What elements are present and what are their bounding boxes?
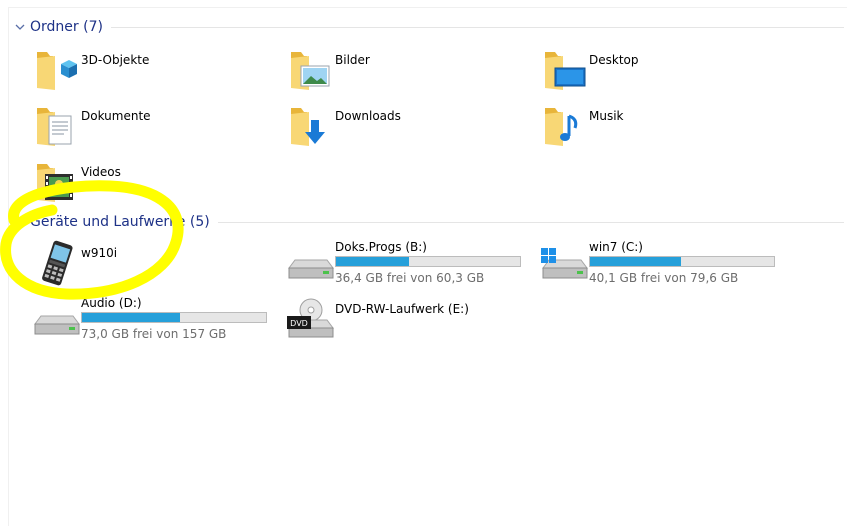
drive-label: Audio (D:) <box>81 296 142 310</box>
drive-label: DVD-RW-Laufwerk (E:) <box>335 302 469 316</box>
storage-usage-fill <box>590 257 682 266</box>
storage-usage-bar <box>81 312 267 323</box>
group-title-devices: Geräte und Laufwerke (5) <box>30 214 210 230</box>
header-divider <box>8 7 847 8</box>
dvd-badge: DVD <box>290 319 308 328</box>
folder-pictures-icon <box>291 52 330 90</box>
folder-documents-icon <box>37 108 72 146</box>
windows-drive-icon <box>541 248 588 279</box>
folder-label: Videos <box>81 165 121 179</box>
folder-music-icon <box>545 108 578 146</box>
free-space-text: 36,4 GB frei von 60,3 GB <box>335 271 485 285</box>
hard-drive-icon <box>34 315 80 335</box>
folder-label: Dokumente <box>81 109 151 123</box>
group-header-folders[interactable]: Ordner (7) <box>14 17 844 37</box>
group-separator <box>110 26 844 28</box>
device-label: w910i <box>81 246 118 260</box>
folder-desktop-icon <box>545 52 586 90</box>
group-separator <box>217 221 844 223</box>
chevron-down-icon[interactable] <box>14 21 26 33</box>
storage-usage-fill <box>82 313 181 322</box>
folder-label: 3D-Objekte <box>81 53 150 67</box>
group-header-devices[interactable]: Geräte und Laufwerke (5) <box>14 212 844 232</box>
folder-label: Downloads <box>335 109 401 123</box>
group-title-folders: Ordner (7) <box>30 19 103 35</box>
folder-downloads-icon <box>291 108 325 146</box>
storage-usage-bar <box>335 256 521 267</box>
free-space-text: 40,1 GB frei von 79,6 GB <box>589 271 739 285</box>
folder-label: Bilder <box>335 53 370 67</box>
folder-3d-objects-icon <box>37 52 77 90</box>
mobile-phone-icon <box>42 240 73 286</box>
navigation-pane-divider <box>8 7 9 526</box>
hard-drive-icon <box>288 259 334 279</box>
storage-usage-bar <box>589 256 775 267</box>
dvd-drive-icon: DVD <box>287 298 334 338</box>
drive-label: win7 (C:) <box>589 240 643 254</box>
chevron-down-icon[interactable] <box>14 216 26 228</box>
folder-videos-icon <box>37 164 73 202</box>
drive-label: Doks.Progs (B:) <box>335 240 427 254</box>
folder-label: Desktop <box>589 53 639 67</box>
yellow-highlight-scribble <box>0 180 184 300</box>
storage-usage-fill <box>336 257 409 266</box>
folder-label: Musik <box>589 109 624 123</box>
free-space-text: 73,0 GB frei von 157 GB <box>81 327 227 341</box>
